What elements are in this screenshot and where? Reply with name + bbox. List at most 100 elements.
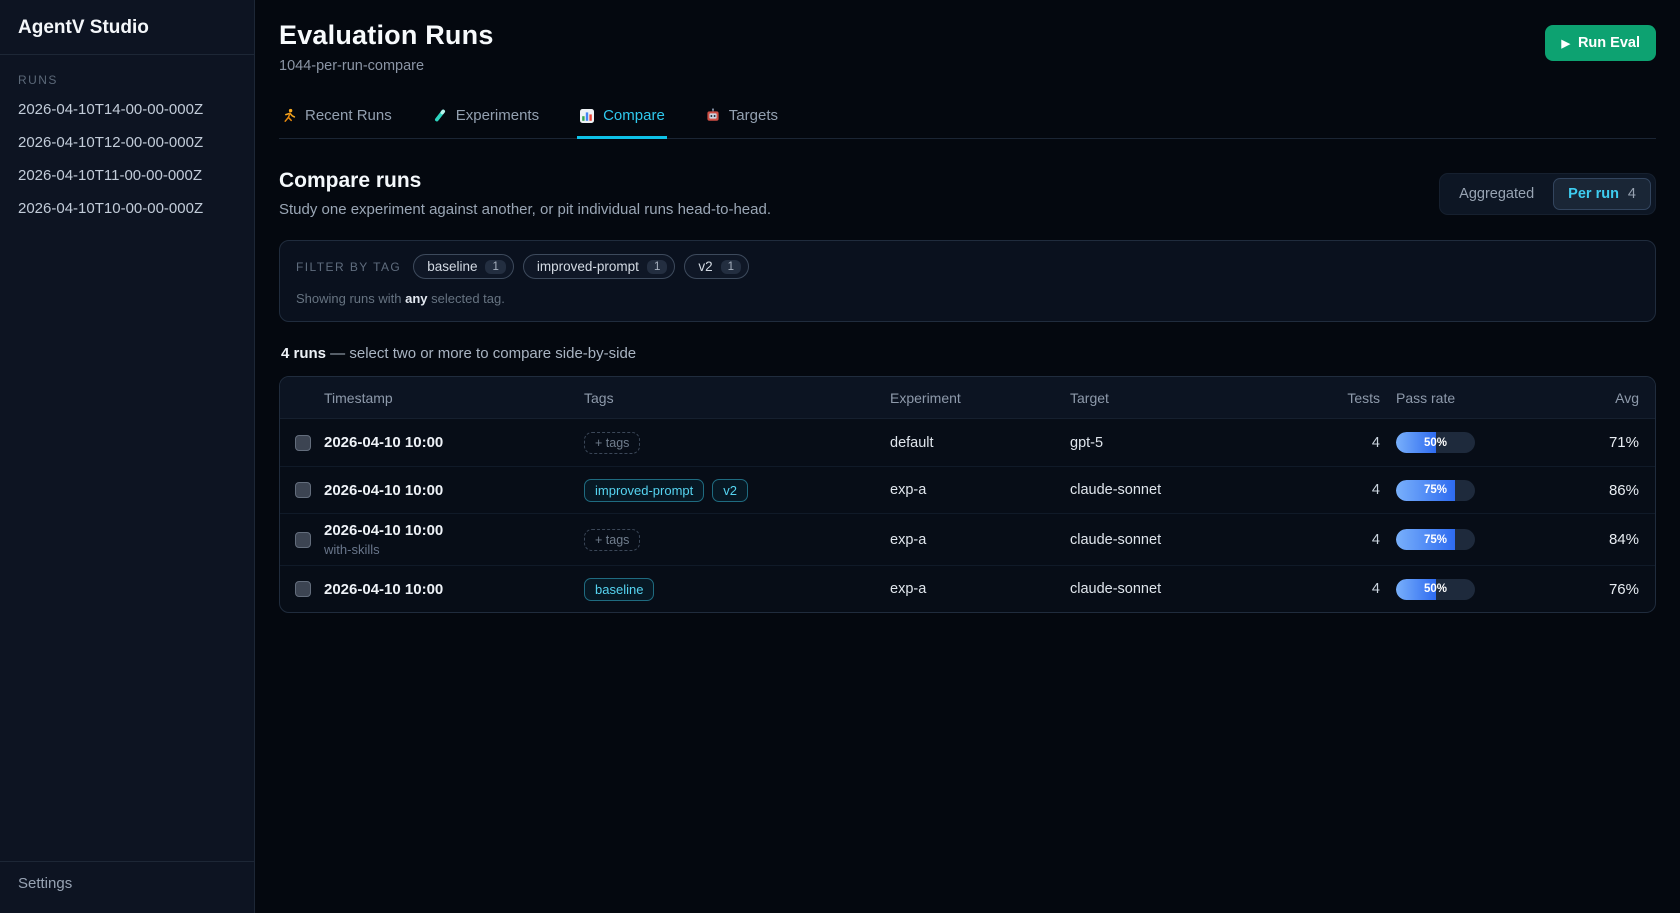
- sidebar-footer: Settings: [0, 861, 254, 913]
- col-timestamp: Timestamp: [324, 390, 584, 406]
- col-avg: Avg: [1582, 390, 1655, 406]
- pass-rate-label: 75%: [1396, 529, 1475, 550]
- table-header: Timestamp Tags Experiment Target Tests P…: [280, 377, 1655, 419]
- table-body: 2026-04-10 10:00+ tagsdefaultgpt-5450%71…: [280, 419, 1655, 612]
- pass-rate-pill: 50%: [1396, 432, 1475, 453]
- any-mode-label: any: [405, 291, 427, 306]
- play-icon: ▶: [1561, 37, 1569, 50]
- row-target: gpt-5: [1070, 435, 1320, 451]
- tab-recent-runs[interactable]: Recent Runs: [279, 101, 394, 139]
- pass-rate-label: 75%: [1396, 480, 1475, 501]
- col-pass-rate: Pass rate: [1380, 390, 1582, 406]
- tab-label: Experiments: [456, 107, 539, 124]
- filter-chip-v2[interactable]: v21: [684, 254, 749, 279]
- tab-label: Recent Runs: [305, 107, 392, 124]
- pass-rate-pill: 50%: [1396, 579, 1475, 600]
- page-header: Evaluation Runs 1044-per-run-compare ▶ R…: [279, 20, 1656, 74]
- row-tests: 4: [1320, 532, 1380, 548]
- chip-count-badge: 1: [647, 260, 667, 274]
- table-row: 2026-04-10 10:00baseline exp-aclaude-sonn…: [280, 565, 1655, 612]
- col-tests: Tests: [1320, 390, 1380, 406]
- view-toggle: Aggregated Per run 4: [1439, 173, 1656, 215]
- page-subtitle: 1044-per-run-compare: [279, 58, 494, 74]
- runs-section-label: RUNS: [0, 55, 254, 93]
- row-checkbox[interactable]: [295, 581, 311, 597]
- row-checkbox[interactable]: [295, 435, 311, 451]
- tab-bar: Recent Runs Experiments Compare Targets: [279, 101, 1656, 139]
- compare-description: Study one experiment against another, or…: [279, 201, 771, 218]
- filter-chip-list: baseline1improved-prompt1v21: [413, 254, 749, 279]
- runner-icon: [281, 108, 297, 124]
- pass-rate-pill: 75%: [1396, 480, 1475, 501]
- row-target: claude-sonnet: [1070, 532, 1320, 548]
- sidebar-run-item[interactable]: 2026-04-10T11-00-00-000Z: [0, 159, 254, 192]
- row-tests: 4: [1320, 482, 1380, 498]
- chip-label: baseline: [427, 259, 477, 274]
- row-experiment: exp-a: [890, 581, 1070, 597]
- sidebar-run-item[interactable]: 2026-04-10T14-00-00-000Z: [0, 93, 254, 126]
- row-avg: 84%: [1582, 531, 1655, 548]
- run-eval-label: Run Eval: [1578, 35, 1640, 51]
- row-avg: 71%: [1582, 434, 1655, 451]
- chip-count-badge: 1: [721, 260, 741, 274]
- bar-chart-icon: [579, 108, 595, 124]
- pass-rate-label: 50%: [1396, 579, 1475, 600]
- col-tags: Tags: [584, 390, 890, 406]
- filter-chip-improved-prompt[interactable]: improved-prompt1: [523, 254, 675, 279]
- row-target: claude-sonnet: [1070, 581, 1320, 597]
- page-title: Evaluation Runs: [279, 20, 494, 51]
- runs-table: Timestamp Tags Experiment Target Tests P…: [279, 376, 1656, 613]
- sidebar-run-item[interactable]: 2026-04-10T12-00-00-000Z: [0, 126, 254, 159]
- runs-summary: 4 runs — select two or more to compare s…: [281, 345, 1656, 362]
- robot-icon: [705, 108, 721, 124]
- row-avg: 86%: [1582, 482, 1655, 499]
- run-list: 2026-04-10T14-00-00-000Z2026-04-10T12-00…: [0, 93, 254, 225]
- row-timestamp: 2026-04-10 10:00: [324, 434, 584, 451]
- add-tags-button[interactable]: + tags: [584, 529, 640, 551]
- row-timestamp: 2026-04-10 10:00: [324, 482, 584, 499]
- tab-targets[interactable]: Targets: [703, 101, 780, 139]
- row-experiment: exp-a: [890, 532, 1070, 548]
- table-row: 2026-04-10 10:00improved-prompt v2 exp-acl…: [280, 466, 1655, 513]
- table-row: 2026-04-10 10:00 with-skills+ tags exp-acl…: [280, 513, 1655, 565]
- row-tests: 4: [1320, 581, 1380, 597]
- app-title: AgentV Studio: [0, 0, 254, 55]
- row-tag-improved-prompt[interactable]: improved-prompt: [584, 479, 704, 502]
- row-checkbox[interactable]: [295, 482, 311, 498]
- table-row: 2026-04-10 10:00+ tags defaultgpt-54 50% 71…: [280, 419, 1655, 466]
- toggle-per-run-label: Per run: [1568, 186, 1619, 202]
- row-experiment: exp-a: [890, 482, 1070, 498]
- toggle-per-run[interactable]: Per run 4: [1553, 178, 1651, 210]
- filter-label: FILTER BY TAG: [296, 260, 401, 274]
- row-subtitle: with-skills: [324, 542, 584, 557]
- filter-chip-baseline[interactable]: baseline 1: [413, 254, 514, 279]
- runs-count: 4 runs: [281, 345, 326, 362]
- row-tag-baseline[interactable]: baseline: [584, 578, 654, 601]
- row-tests: 4: [1320, 435, 1380, 451]
- sidebar-run-item[interactable]: 2026-04-10T10-00-00-000Z: [0, 192, 254, 225]
- test-tube-icon: [432, 108, 448, 124]
- main-content: Evaluation Runs 1044-per-run-compare ▶ R…: [255, 0, 1680, 913]
- toggle-per-run-count: 4: [1628, 186, 1636, 202]
- tab-compare[interactable]: Compare: [577, 101, 667, 139]
- sidebar: AgentV Studio RUNS 2026-04-10T14-00-00-0…: [0, 0, 255, 913]
- chip-count-badge: 1: [485, 260, 505, 274]
- row-timestamp: 2026-04-10 10:00: [324, 581, 584, 598]
- col-target: Target: [1070, 390, 1320, 406]
- row-target: claude-sonnet: [1070, 482, 1320, 498]
- toggle-aggregated[interactable]: Aggregated: [1444, 178, 1549, 210]
- row-tag-v2[interactable]: v2: [712, 479, 748, 502]
- pass-rate-label: 50%: [1396, 432, 1475, 453]
- row-experiment: default: [890, 435, 1070, 451]
- tab-label: Compare: [603, 107, 665, 124]
- settings-link[interactable]: Settings: [18, 875, 72, 892]
- tab-experiments[interactable]: Experiments: [430, 101, 541, 139]
- tab-label: Targets: [729, 107, 778, 124]
- filter-by-tag-panel: FILTER BY TAG baseline1improved-prompt1v…: [279, 240, 1656, 322]
- row-timestamp: 2026-04-10 10:00: [324, 522, 584, 539]
- row-checkbox[interactable]: [295, 532, 311, 548]
- pass-rate-pill: 75%: [1396, 529, 1475, 550]
- add-tags-button[interactable]: + tags: [584, 432, 640, 454]
- showing-line: Showing runs with any selected tag.: [296, 291, 1639, 306]
- run-eval-button[interactable]: ▶ Run Eval: [1545, 25, 1656, 61]
